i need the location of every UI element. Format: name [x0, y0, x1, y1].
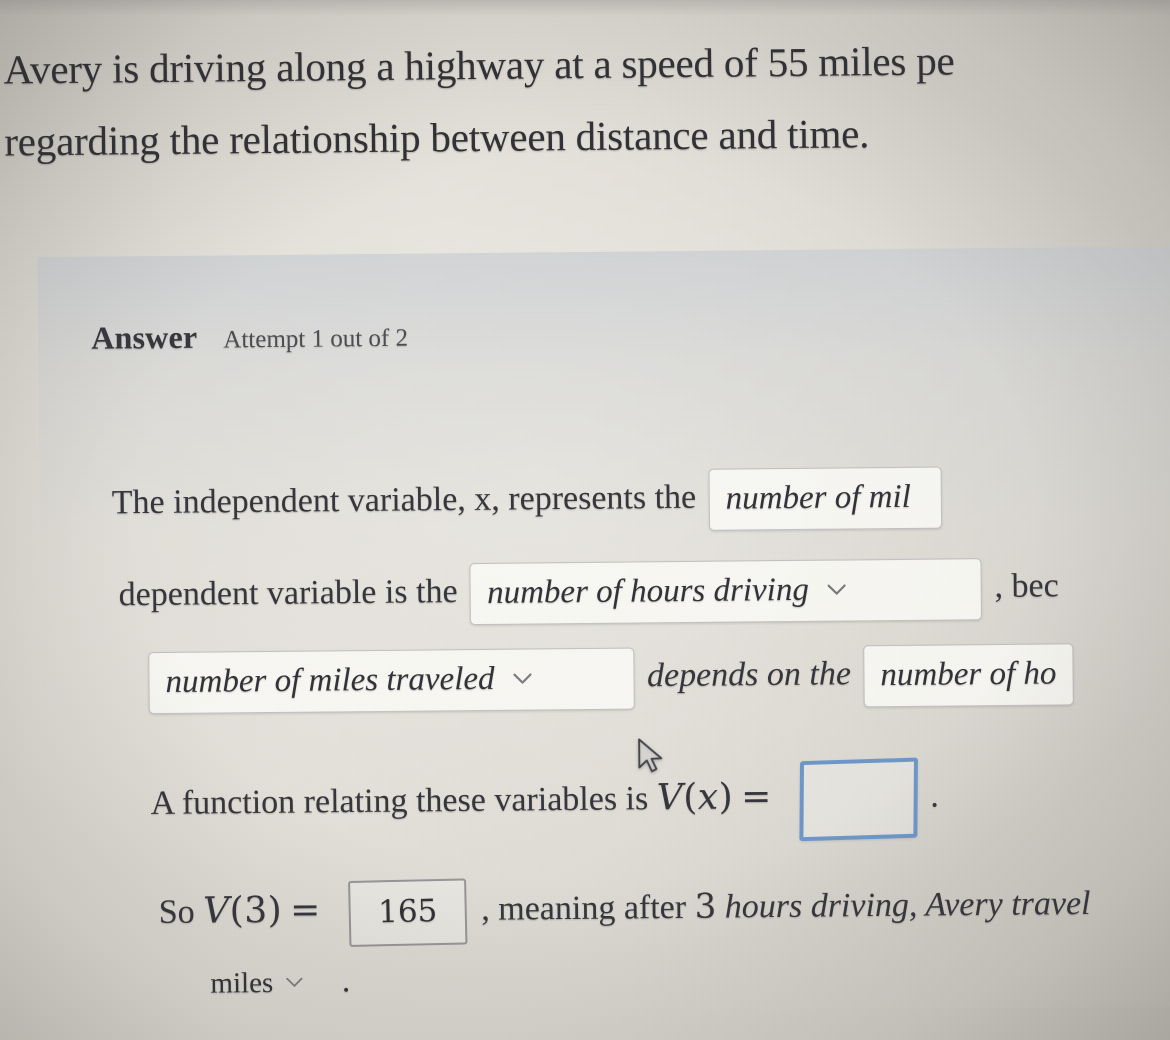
independent-variable-select[interactable]: number of mil [708, 466, 943, 531]
evaluation-hours-value: 3 [694, 886, 717, 927]
because-object-select[interactable]: number of ho [863, 643, 1074, 708]
chevron-down-icon [285, 977, 305, 989]
function-open-paren: ( [683, 776, 699, 818]
evaluation-trail-text: hours driving, Avery travel [724, 884, 1091, 926]
attempt-counter: Attempt 1 out of 2 [223, 324, 409, 354]
function-definition-lead-text: A function relating these variables is [150, 780, 649, 822]
problem-statement-line-1: Avery is driving along a highway at a sp… [3, 37, 955, 93]
answer-header: Answer Attempt 1 out of 2 [91, 317, 408, 357]
because-middle-text: depends on the [646, 655, 852, 695]
problem-statement-line-2: regarding the relationship between dista… [4, 110, 870, 165]
unit-select[interactable]: miles [198, 958, 315, 1011]
dependent-variable-row: dependent variable is the number of hour… [118, 557, 1059, 628]
function-equals-sign: = [740, 776, 773, 818]
because-object-select-value: number of ho [880, 655, 1057, 694]
evaluation-equals-sign: = [289, 889, 322, 931]
evaluation-open-paren: ( [229, 890, 245, 932]
answer-heading: Answer [91, 318, 198, 356]
unit-row-period: . [341, 962, 351, 1000]
function-expression: V(x) = [657, 776, 792, 818]
chevron-down-icon [512, 673, 532, 685]
because-subject-select-value: number of miles traveled [165, 660, 495, 701]
evaluation-argument: 3 [244, 889, 268, 932]
photographed-screen-page: Avery is driving along a highway at a sp… [0, 0, 1170, 1040]
evaluation-expression: V(3) = [203, 889, 341, 931]
evaluation-function-name: V [202, 890, 230, 932]
dependent-variable-select-value: number of hours driving [486, 571, 810, 611]
function-name: V [656, 776, 684, 819]
evaluation-close-paren: ) [267, 889, 283, 931]
function-definition-period: . [930, 777, 939, 815]
independent-variable-row: The independent variable, x, represents … [111, 466, 947, 537]
evaluation-so-text: So [158, 893, 195, 931]
dependent-variable-lead-text: dependent variable is the [118, 573, 458, 614]
evaluation-answer-input[interactable]: 165 [348, 878, 468, 947]
unit-row: miles . [194, 957, 350, 1010]
because-clause-row: number of miles traveled depends on the … [144, 643, 1078, 715]
function-variable: x [697, 776, 719, 818]
evaluation-row: So V(3) = 165 , meaning after 3 hours dri… [158, 873, 1091, 948]
function-definition-row: A function relating these variables is V… [150, 757, 939, 847]
chevron-down-icon [827, 583, 847, 595]
unit-select-value: miles [210, 967, 274, 1000]
independent-variable-lead-text: The independent variable, x, represents … [111, 478, 697, 522]
because-subject-select[interactable]: number of miles traveled [148, 647, 635, 715]
page-content: Avery is driving along a highway at a sp… [0, 0, 1170, 1040]
dependent-variable-trail-text: , bec [994, 567, 1059, 605]
dependent-variable-select[interactable]: number of hours driving [469, 558, 983, 626]
independent-variable-select-value: number of mil [725, 478, 912, 517]
evaluation-middle-text: , meaning after [481, 888, 687, 928]
function-close-paren: ) [718, 776, 734, 818]
function-expression-input[interactable] [799, 757, 919, 842]
